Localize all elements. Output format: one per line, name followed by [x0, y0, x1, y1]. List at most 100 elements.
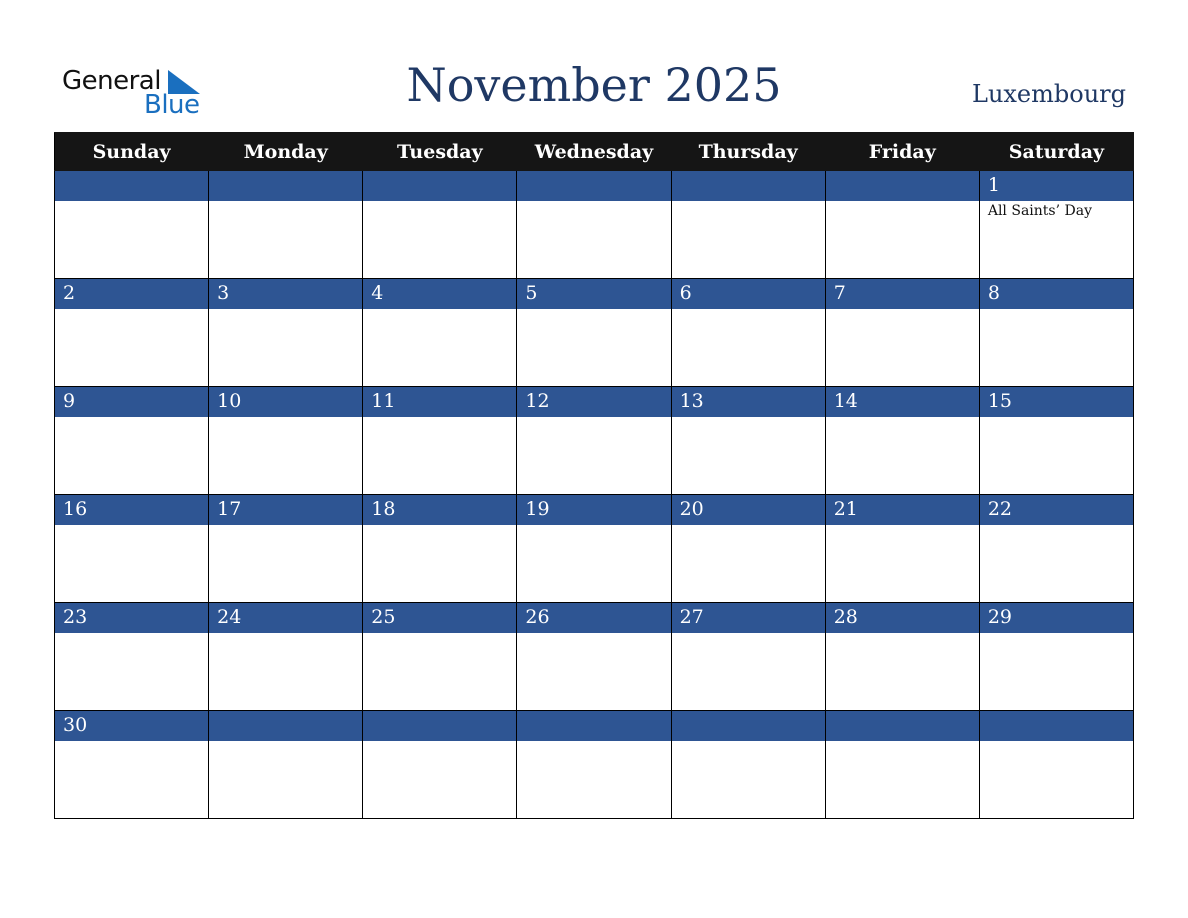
day-cell[interactable]	[824, 170, 980, 279]
day-number	[363, 711, 517, 741]
day-cell[interactable]: 6	[670, 278, 826, 387]
day-cell[interactable]: 28	[824, 602, 980, 711]
day-number: 2	[55, 279, 209, 309]
day-event	[363, 633, 517, 710]
day-event	[209, 309, 363, 386]
day-event	[517, 525, 671, 602]
day-event	[209, 417, 363, 494]
day-cell[interactable]: 27	[670, 602, 826, 711]
day-event: All Saints’ Day	[979, 201, 1133, 278]
day-number: 1	[979, 171, 1133, 201]
day-event	[825, 741, 979, 818]
day-cell[interactable]: 30	[53, 710, 210, 819]
day-cell[interactable]: 10	[208, 386, 364, 495]
day-cell[interactable]	[208, 170, 364, 279]
day-cell[interactable]	[53, 170, 210, 279]
day-cell[interactable]: 18	[362, 494, 518, 603]
day-cell[interactable]: 3	[208, 278, 364, 387]
day-cell[interactable]: 2	[53, 278, 210, 387]
day-cell[interactable]: 14	[824, 386, 980, 495]
day-cell[interactable]	[670, 170, 826, 279]
day-cell[interactable]: 21	[824, 494, 980, 603]
day-event	[979, 525, 1133, 602]
day-event	[671, 741, 825, 818]
day-cell[interactable]	[978, 710, 1135, 819]
day-number: 20	[671, 495, 825, 525]
day-number: 10	[209, 387, 363, 417]
week-row: 1 All Saints’ Day	[53, 170, 1135, 279]
day-number	[671, 171, 825, 201]
day-cell[interactable]	[516, 710, 672, 819]
day-number: 19	[517, 495, 671, 525]
day-number: 18	[363, 495, 517, 525]
day-number: 14	[825, 387, 979, 417]
day-cell[interactable]: 7	[824, 278, 980, 387]
day-number: 3	[209, 279, 363, 309]
weekday-header-thursday: Thursday	[670, 132, 826, 171]
day-event	[517, 201, 671, 278]
day-cell[interactable]: 20	[670, 494, 826, 603]
day-cell[interactable]	[362, 710, 518, 819]
day-number	[825, 171, 979, 201]
day-event	[979, 741, 1133, 818]
day-event	[209, 633, 363, 710]
day-number	[517, 171, 671, 201]
day-event	[55, 309, 209, 386]
day-event	[979, 309, 1133, 386]
day-cell[interactable]: 24	[208, 602, 364, 711]
day-event	[363, 525, 517, 602]
day-cell[interactable]: 16	[53, 494, 210, 603]
day-cell[interactable]: 23	[53, 602, 210, 711]
day-cell[interactable]	[208, 710, 364, 819]
day-number: 28	[825, 603, 979, 633]
day-cell[interactable]: 15	[978, 386, 1135, 495]
day-cell[interactable]	[824, 710, 980, 819]
day-event	[825, 633, 979, 710]
day-cell[interactable]: 1 All Saints’ Day	[978, 170, 1135, 279]
week-row: 9 10 11 12 13 14 15	[53, 386, 1135, 495]
day-number: 16	[55, 495, 209, 525]
day-number: 6	[671, 279, 825, 309]
day-number	[55, 171, 209, 201]
day-cell[interactable]: 5	[516, 278, 672, 387]
day-event	[209, 201, 363, 278]
day-number	[209, 171, 363, 201]
day-event	[209, 525, 363, 602]
day-number: 22	[979, 495, 1133, 525]
day-event	[55, 417, 209, 494]
weekday-header-saturday: Saturday	[978, 132, 1135, 171]
day-cell[interactable]: 17	[208, 494, 364, 603]
day-event	[517, 417, 671, 494]
day-cell[interactable]: 8	[978, 278, 1135, 387]
day-cell[interactable]: 4	[362, 278, 518, 387]
day-event	[671, 633, 825, 710]
day-event	[671, 201, 825, 278]
weekday-header-row: Sunday Monday Tuesday Wednesday Thursday Frid…	[53, 132, 1135, 171]
day-cell[interactable]: 25	[362, 602, 518, 711]
day-number: 30	[55, 711, 209, 741]
day-number: 25	[363, 603, 517, 633]
day-cell[interactable]: 13	[670, 386, 826, 495]
day-cell[interactable]: 22	[978, 494, 1135, 603]
day-cell[interactable]: 29	[978, 602, 1135, 711]
day-number: 26	[517, 603, 671, 633]
day-event	[517, 741, 671, 818]
day-number: 15	[979, 387, 1133, 417]
day-cell[interactable]: 26	[516, 602, 672, 711]
day-cell[interactable]: 12	[516, 386, 672, 495]
weekday-header-wednesday: Wednesday	[516, 132, 672, 171]
day-cell[interactable]	[670, 710, 826, 819]
day-cell[interactable]: 9	[53, 386, 210, 495]
day-cell[interactable]: 11	[362, 386, 518, 495]
day-event	[363, 417, 517, 494]
day-cell[interactable]	[516, 170, 672, 279]
day-number	[825, 711, 979, 741]
day-number	[979, 711, 1133, 741]
week-row: 23 24 25 26 27 28 29	[53, 602, 1135, 711]
day-event	[979, 633, 1133, 710]
day-cell[interactable]: 19	[516, 494, 672, 603]
day-event	[55, 201, 209, 278]
day-cell[interactable]	[362, 170, 518, 279]
weekday-header-tuesday: Tuesday	[362, 132, 518, 171]
day-event	[825, 309, 979, 386]
